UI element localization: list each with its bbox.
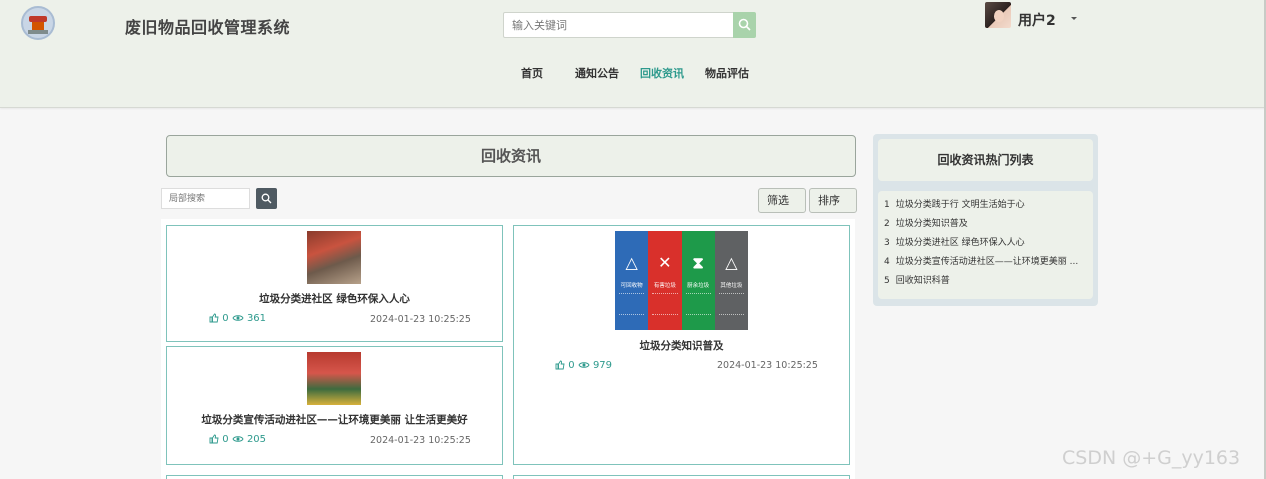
news-stats: 0 979 — [555, 360, 612, 371]
news-card[interactable] — [166, 475, 503, 479]
news-title[interactable]: 垃圾分类宣传活动进社区——让环境更美丽 让生活更美好 — [167, 412, 502, 427]
bin-label: 其他垃圾 — [720, 283, 743, 289]
news-title[interactable]: 垃圾分类知识普及 — [514, 338, 849, 353]
caret-down-icon[interactable] — [1071, 17, 1077, 20]
user-avatar[interactable] — [985, 2, 1011, 28]
hot-list-text: 垃圾分类践于行 文明生活始于心 — [895, 200, 1025, 210]
hot-list-num: 4 — [884, 257, 890, 267]
hot-list-num: 3 — [884, 238, 890, 248]
section-title: 回收资讯 — [166, 135, 856, 177]
search-icon — [738, 18, 751, 31]
hot-list-text: 垃圾分类宣传活动进社区——让环境更美丽 ... — [895, 257, 1079, 267]
username-label[interactable]: 用户2 — [1018, 10, 1056, 30]
hot-list-num: 2 — [884, 219, 890, 229]
news-date: 2024-01-23 10:25:25 — [370, 314, 471, 325]
nav-item-recycle-news[interactable]: 回收资讯 — [640, 65, 684, 81]
view-count: 979 — [592, 360, 613, 371]
search-icon — [261, 193, 272, 204]
site-logo[interactable] — [21, 6, 55, 40]
hot-list-title: 回收资讯热门列表 — [878, 139, 1093, 181]
hot-list-item[interactable]: 1 垃圾分类践于行 文明生活始于心 — [884, 198, 1087, 217]
eye-icon — [578, 362, 590, 368]
hot-list-text: 垃圾分类进社区 绿色环保入人心 — [895, 238, 1025, 248]
news-card[interactable]: △ 可回收物 ✕ 有害垃圾 ⧗ 厨余垃圾 △ 其他垃圾 垃圾分类知识普及 0 979 2… — [513, 225, 850, 465]
hot-list-item[interactable]: 3 垃圾分类进社区 绿色环保入人心 — [884, 236, 1087, 255]
news-thumbnail[interactable] — [307, 231, 361, 284]
like-count: 0 — [222, 313, 229, 324]
bin-label: 可回收物 — [620, 283, 643, 289]
bin-other: △ 其他垃圾 — [714, 231, 748, 330]
site-title[interactable]: 废旧物品回收管理系统 — [125, 14, 290, 38]
hot-list-item[interactable]: 2 垃圾分类知识普及 — [884, 217, 1087, 236]
bin-kitchen: ⧗ 厨余垃圾 — [681, 231, 715, 330]
news-thumbnail[interactable]: △ 可回收物 ✕ 有害垃圾 ⧗ 厨余垃圾 △ 其他垃圾 — [615, 231, 748, 330]
news-title[interactable]: 垃圾分类进社区 绿色环保入人心 — [167, 291, 502, 306]
filter-label: 筛选 — [767, 194, 789, 207]
hot-list-panel: 回收资讯热门列表 1 垃圾分类践于行 文明生活始于心 2 垃圾分类知识普及 3 垃圾分… — [873, 134, 1098, 306]
nav-item-notices[interactable]: 通知公告 — [575, 65, 619, 81]
bin-hazardous: ✕ 有害垃圾 — [648, 231, 682, 330]
hot-list-item[interactable]: 5 回收知识科普 — [884, 274, 1087, 293]
news-thumbnail[interactable] — [307, 352, 361, 405]
top-header: 废旧物品回收管理系统 用户2 首页 通知公告 回收资讯 物品评估 — [0, 0, 1266, 108]
filter-dropdown[interactable]: 筛选 — [758, 188, 806, 226]
nav-item-home[interactable]: 首页 — [521, 65, 543, 81]
hot-list-item[interactable]: 4 垃圾分类宣传活动进社区——让环境更美丽 ... — [884, 255, 1087, 274]
news-card[interactable] — [513, 475, 850, 479]
news-card[interactable]: 垃圾分类进社区 绿色环保入人心 0 361 2024-01-23 10:25:2… — [166, 225, 503, 342]
nav-item-item-evaluation[interactable]: 物品评估 — [705, 65, 749, 81]
bin-label: 有害垃圾 — [653, 283, 676, 289]
view-count: 361 — [246, 313, 267, 324]
eye-icon — [232, 436, 244, 442]
search-input[interactable] — [503, 12, 734, 38]
news-card[interactable]: 垃圾分类宣传活动进社区——让环境更美丽 让生活更美好 0 205 2024-01… — [166, 346, 503, 465]
eye-icon — [232, 315, 244, 321]
sort-label: 排序 — [818, 194, 840, 207]
hot-list: 1 垃圾分类践于行 文明生活始于心 2 垃圾分类知识普及 3 垃圾分类进社区 绿色环保… — [878, 191, 1093, 299]
news-date: 2024-01-23 10:25:25 — [717, 360, 818, 371]
local-search-input[interactable] — [161, 188, 250, 209]
view-count: 205 — [246, 434, 267, 445]
like-count: 0 — [222, 434, 229, 445]
like-icon[interactable] — [555, 360, 565, 370]
news-stats: 0 361 — [209, 313, 266, 324]
like-count: 0 — [568, 360, 575, 371]
hot-list-text: 回收知识科普 — [895, 276, 950, 286]
sort-dropdown[interactable]: 排序 — [809, 188, 857, 226]
hot-list-num: 1 — [884, 200, 890, 210]
like-icon[interactable] — [209, 313, 219, 323]
hot-list-text: 垃圾分类知识普及 — [895, 219, 968, 229]
watermark: CSDN @+G_yy163 — [1062, 447, 1241, 469]
local-search-button[interactable] — [256, 188, 277, 209]
news-stats: 0 205 — [209, 434, 266, 445]
news-date: 2024-01-23 10:25:25 — [370, 435, 471, 446]
search-button[interactable] — [733, 12, 756, 38]
like-icon[interactable] — [209, 434, 219, 444]
bin-label: 厨余垃圾 — [687, 283, 710, 289]
hot-list-num: 5 — [884, 276, 890, 286]
bin-recyclable: △ 可回收物 — [615, 231, 649, 330]
